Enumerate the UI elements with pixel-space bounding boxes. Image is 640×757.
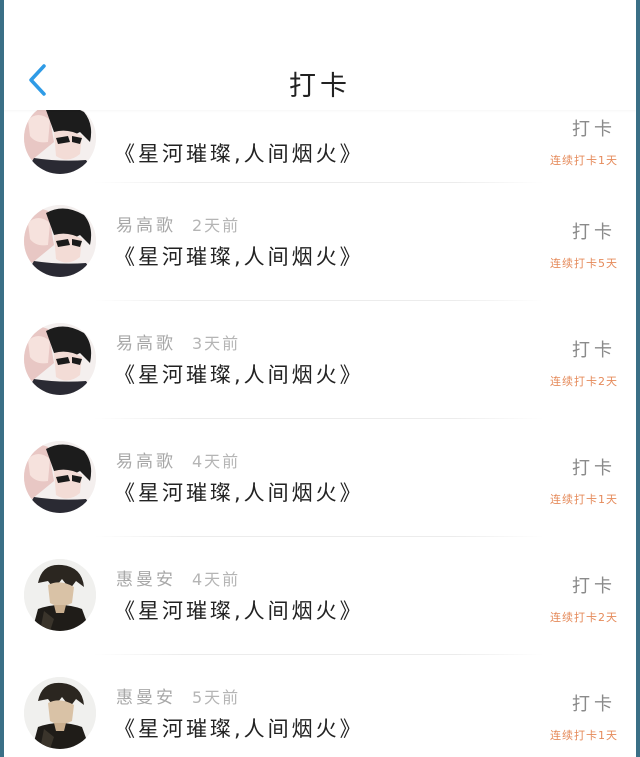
list-item[interactable]: 惠曼安 5天前 《星河璀璨,人间烟火》 打卡 连续打卡1天 (4, 655, 636, 757)
checkin-content[interactable]: 《星河璀璨,人间烟火》 (114, 359, 364, 389)
checkin-content[interactable]: 《星河璀璨,人间烟火》 (114, 595, 364, 625)
author-meta: 易高歌 3天前 (116, 329, 240, 354)
checkin-button[interactable]: 打卡 (572, 572, 616, 598)
avatar[interactable] (24, 102, 96, 174)
author-name: 惠曼安 (116, 688, 176, 708)
list-item[interactable]: 易高歌 3天前 《星河璀璨,人间烟火》 打卡 连续打卡2天 (4, 301, 636, 419)
author-meta: 易高歌 4天前 (116, 447, 240, 472)
streak-label: 连续打卡1天 (550, 493, 618, 506)
streak-label: 连续打卡2天 (550, 375, 618, 388)
streak-label: 连续打卡2天 (550, 611, 618, 624)
page-title: 打卡 (289, 71, 351, 102)
author-name: 惠曼安 (116, 570, 176, 590)
avatar[interactable] (24, 441, 96, 513)
post-time: 2天前 (192, 216, 241, 235)
author-name: 易高歌 (116, 452, 176, 472)
list-item[interactable]: 惠曼安 4天前 《星河璀璨,人间烟火》 打卡 连续打卡2天 (4, 537, 636, 655)
author-meta: 惠曼安 5天前 (116, 683, 240, 708)
avatar[interactable] (24, 323, 96, 395)
avatar[interactable] (24, 677, 96, 749)
streak-label: 连续打卡5天 (550, 257, 618, 270)
checkin-content[interactable]: 《星河璀璨,人间烟火》 (114, 477, 364, 507)
post-time: 3天前 (192, 334, 241, 353)
checkin-button[interactable]: 打卡 (572, 218, 616, 244)
streak-label: 连续打卡1天 (550, 729, 618, 742)
checkin-content[interactable]: 《星河璀璨,人间烟火》 (114, 241, 364, 271)
checkin-button[interactable]: 打卡 (572, 115, 616, 141)
post-time: 4天前 (192, 570, 241, 589)
author-meta (116, 108, 132, 128)
author-meta: 易高歌 2天前 (116, 211, 240, 236)
checkin-button[interactable]: 打卡 (572, 336, 616, 362)
nav-header: 打卡 (4, 0, 636, 110)
post-time: 4天前 (192, 452, 241, 471)
list-item[interactable]: 易高歌 2天前 《星河璀璨,人间烟火》 打卡 连续打卡5天 (4, 183, 636, 301)
author-meta: 惠曼安 4天前 (116, 565, 240, 590)
avatar[interactable] (24, 559, 96, 631)
streak-label: 连续打卡1天 (550, 154, 618, 167)
post-time: 5天前 (192, 688, 241, 707)
checkin-button[interactable]: 打卡 (572, 690, 616, 716)
avatar[interactable] (24, 205, 96, 277)
author-name: 易高歌 (116, 334, 176, 354)
author-name: 易高歌 (116, 216, 176, 236)
checkin-content[interactable]: 《星河璀璨,人间烟火》 (114, 713, 364, 743)
checkin-button[interactable]: 打卡 (572, 454, 616, 480)
list-item[interactable]: 易高歌 4天前 《星河璀璨,人间烟火》 打卡 连续打卡1天 (4, 419, 636, 537)
phone-screen: 《星河璀璨,人间烟火》 打卡 连续打卡1天 易高歌 2天前 《星河璀璨,人间烟火… (4, 0, 636, 757)
checkin-content[interactable]: 《星河璀璨,人间烟火》 (114, 138, 364, 168)
